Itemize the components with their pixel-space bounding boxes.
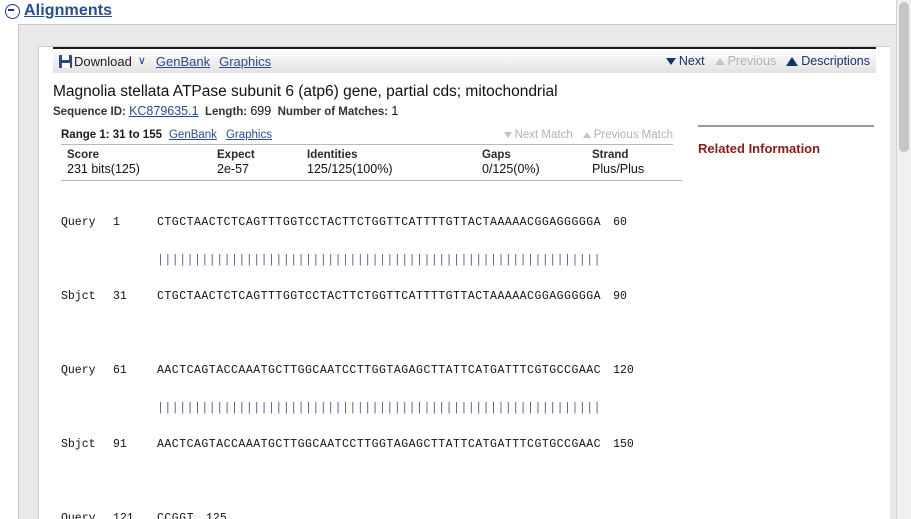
score-header: Score bbox=[67, 149, 99, 162]
expect-header: Expect bbox=[217, 149, 255, 162]
descriptions-label: Descriptions bbox=[801, 54, 870, 68]
query-start: 121 bbox=[113, 512, 134, 519]
next-link[interactable]: Next bbox=[665, 54, 705, 68]
next-match-label: Next Match bbox=[514, 129, 573, 142]
midline: ||||||||||||||||||||||||||||||||||||||||… bbox=[61, 403, 693, 416]
matches-label: Number of Matches: bbox=[277, 106, 389, 119]
alignment-entry: Download ∨ GenBank Graphics Next Previou… bbox=[39, 47, 890, 519]
triangle-up-tall-icon bbox=[786, 56, 799, 66]
query-label: Query bbox=[61, 216, 96, 230]
save-disk-icon bbox=[59, 54, 72, 68]
sbjct-start: 31 bbox=[113, 290, 127, 304]
score-value: 231 bits(125) bbox=[67, 162, 140, 177]
range-graphics-link[interactable]: Graphics bbox=[226, 129, 272, 141]
next-label: Next bbox=[678, 54, 705, 68]
query-line: Query 121 CCGGT 125 bbox=[61, 513, 693, 519]
query-sequence: AACTCAGTACCAAATGCTTGGCAATCCTTGGTAGAGCTTA… bbox=[157, 364, 602, 378]
midline: ||||||||||||||||||||||||||||||||||||||||… bbox=[61, 255, 693, 268]
sequence-defline: Magnolia stellata ATPase subunit 6 (atp6… bbox=[53, 83, 558, 100]
strand-value: Plus/Plus bbox=[592, 162, 645, 177]
length-value: 699 bbox=[250, 104, 272, 119]
query-end: 60 bbox=[613, 216, 627, 230]
triangle-up-icon bbox=[582, 132, 591, 139]
query-label: Query bbox=[61, 512, 96, 519]
query-end: 125 bbox=[206, 512, 227, 519]
sbjct-start: 91 bbox=[113, 438, 127, 452]
range-label: Range 1: 31 to 155 bbox=[61, 129, 162, 142]
query-end: 120 bbox=[613, 364, 634, 378]
query-start: 1 bbox=[113, 216, 120, 230]
identities-header: Identities bbox=[307, 149, 358, 162]
next-match-link: Next Match bbox=[503, 129, 573, 142]
query-line: Query 1 CTGCTAACTCTCAGTTTGGTCCTACTTCTGGTTC… bbox=[61, 217, 693, 232]
sbjct-label: Sbjct bbox=[61, 438, 96, 452]
alignment-block: Query 61 AACTCAGTACCAAATGCTTGGCAATCCTTGGTA… bbox=[61, 342, 693, 477]
gaps-value: 0/125(0%) bbox=[482, 162, 540, 177]
sequence-meta: Sequence ID: KC879635.1 Length: 699 Numb… bbox=[53, 104, 693, 118]
graphics-link[interactable]: Graphics bbox=[219, 54, 271, 69]
gaps-header: Gaps bbox=[482, 149, 511, 162]
alignment-toolbar: Download ∨ GenBank Graphics Next Previou… bbox=[53, 47, 876, 73]
query-sequence: CTGCTAACTCTCAGTTTGGTCCTACTTCTGGTTCATTTTG… bbox=[157, 216, 602, 230]
strand-header: Strand bbox=[592, 149, 629, 162]
scrollbar-thumb[interactable] bbox=[899, 2, 909, 152]
sequence-id-label: Sequence ID: bbox=[53, 106, 126, 119]
triangle-up-icon bbox=[714, 57, 725, 65]
sbjct-sequence: CTGCTAACTCTCAGTTTGGTCCTACTTCTGGTTCATTTTG… bbox=[157, 290, 602, 304]
score-value-row: 231 bits(125) 2e-57 125/125(100%) 0/125(… bbox=[61, 161, 682, 181]
descriptions-link[interactable]: Descriptions bbox=[786, 54, 870, 68]
minus-circle-icon[interactable] bbox=[5, 3, 20, 19]
alignments-card: Download ∨ GenBank Graphics Next Previou… bbox=[38, 46, 890, 519]
query-sequence: CCGGT bbox=[157, 512, 195, 519]
matches-value: 1 bbox=[391, 104, 399, 119]
score-table: Score Expect Identities Gaps Strand 231 … bbox=[61, 145, 682, 182]
accession-link[interactable]: KC879635.1 bbox=[129, 104, 199, 118]
range-genbank-link[interactable]: GenBank bbox=[169, 129, 217, 141]
sbjct-label: Sbjct bbox=[61, 290, 96, 304]
triangle-down-icon bbox=[503, 132, 512, 139]
query-start: 61 bbox=[113, 364, 127, 378]
chevron-down-icon[interactable]: ∨ bbox=[138, 55, 146, 67]
query-label: Query bbox=[61, 364, 96, 378]
sbjct-end: 150 bbox=[613, 438, 634, 452]
related-information-panel: Related Information bbox=[693, 73, 890, 519]
vertical-scrollbar[interactable] bbox=[896, 0, 911, 519]
midline-bars: ||||||||||||||||||||||||||||||||||||||||… bbox=[157, 402, 602, 416]
sbjct-line: Sbjct 91 AACTCAGTACCAAATGCTTGGCAATCCTTGGTA… bbox=[61, 439, 693, 454]
previous-label: Previous bbox=[727, 54, 777, 68]
related-information-title: Related Information bbox=[698, 141, 821, 156]
query-line: Query 61 AACTCAGTACCAAATGCTTGGCAATCCTTGGTA… bbox=[61, 365, 693, 380]
triangle-down-icon bbox=[665, 57, 676, 65]
alignments-header: Alignments bbox=[0, 0, 911, 22]
previous-match-link: Previous Match bbox=[582, 129, 673, 142]
expect-value: 2e-57 bbox=[217, 162, 249, 177]
alignment-block: Query 1 CTGCTAACTCTCAGTTTGGTCCTACTTCTGGTTC… bbox=[61, 194, 693, 329]
score-header-row: Score Expect Identities Gaps Strand bbox=[61, 145, 682, 161]
sbjct-end: 90 bbox=[613, 290, 627, 304]
alignment-block: Query121CCGGT125 ||||| Sbjct151CCGGT155 bbox=[61, 490, 693, 519]
midline-bars: ||||||||||||||||||||||||||||||||||||||||… bbox=[157, 254, 602, 268]
previous-match-label: Previous Match bbox=[593, 129, 673, 142]
blast-alignments-page: Alignments Download ∨ GenBank Graphics N… bbox=[0, 0, 911, 519]
sbjct-line: Sbjct 31 CTGCTAACTCTCAGTTTGGTCCTACTTCTGGTT… bbox=[61, 291, 693, 306]
range-row: Range 1: 31 to 155 GenBank Graphics Next… bbox=[61, 129, 673, 146]
download-button[interactable]: Download bbox=[74, 54, 132, 69]
identities-value: 125/125(100%) bbox=[307, 162, 393, 177]
divider bbox=[698, 125, 874, 127]
sbjct-sequence: AACTCAGTACCAAATGCTTGGCAATCCTTGGTAGAGCTTA… bbox=[157, 438, 602, 452]
length-label: Length: bbox=[204, 106, 248, 119]
previous-link: Previous bbox=[714, 54, 777, 68]
page-title[interactable]: Alignments bbox=[24, 2, 112, 20]
genbank-link[interactable]: GenBank bbox=[156, 54, 210, 69]
